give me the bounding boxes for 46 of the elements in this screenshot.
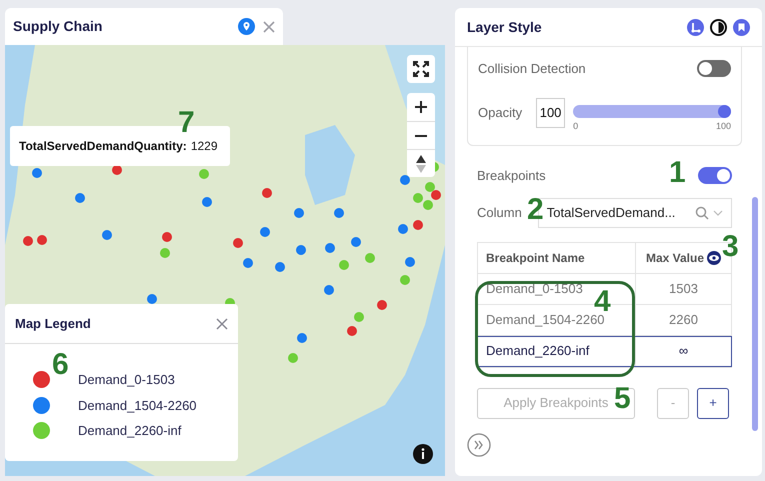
panel-title: Layer Style [467,18,542,37]
slider-min: 0 [573,120,578,132]
table-cell-text: ∞ [678,342,690,360]
fullscreen-icon [412,60,430,78]
toggle-switch[interactable] [697,60,731,78]
table-cell-text: 1503 [668,280,699,298]
tooltip-value: 1229 [190,138,218,155]
close-icon[interactable] [216,318,228,330]
setting-label: Opacity [478,104,522,122]
scrollbar[interactable] [752,197,758,431]
annotation-number: 3 [722,232,739,262]
setting-label: Breakpoints [477,167,546,185]
annotation-number: 6 [52,350,69,380]
column-header: Breakpoint Name [478,242,636,272]
plus-icon [415,101,427,113]
route-icon[interactable] [687,18,704,36]
contrast-icon[interactable] [710,18,727,36]
annotation-number: 7 [178,108,195,138]
tooltip-label: TotalServedDemandQuantity: [19,138,187,155]
chevron-down-icon [713,210,723,216]
compass-icon [416,154,426,172]
bookmark-icon[interactable] [733,18,750,36]
table-cell: Demand_2260-inf [478,336,636,366]
setting-label: Column [477,204,522,222]
legend-label: Demand_1504-2260 [78,396,197,415]
info-icon[interactable] [413,444,433,464]
search-icon [695,206,709,220]
opacity-input[interactable]: 100 [536,98,566,128]
setting-label: Collision Detection [478,60,586,78]
step-button[interactable]: + [697,388,729,418]
slider-thumb[interactable] [718,104,731,118]
column-header: Max Value [646,250,704,266]
toggle-switch[interactable] [698,167,732,184]
legend-label: Demand_0-1503 [78,371,175,389]
close-icon[interactable] [263,20,275,32]
legend-title: Map Legend [15,314,91,333]
fullscreen-button[interactable] [407,55,435,83]
eye-icon[interactable] [707,250,722,264]
table-cell-text: 2260 [668,310,699,329]
panel-title: Supply Chain [13,17,102,36]
map-pin-icon[interactable] [238,18,255,35]
annotation-number: 1 [669,158,686,188]
slider-max: 100 [716,120,731,132]
table-row[interactable]: Demand_2260-inf ∞ [477,336,732,366]
expand-icon[interactable] [467,432,491,456]
legend-label: Demand_2260-inf [78,422,182,440]
